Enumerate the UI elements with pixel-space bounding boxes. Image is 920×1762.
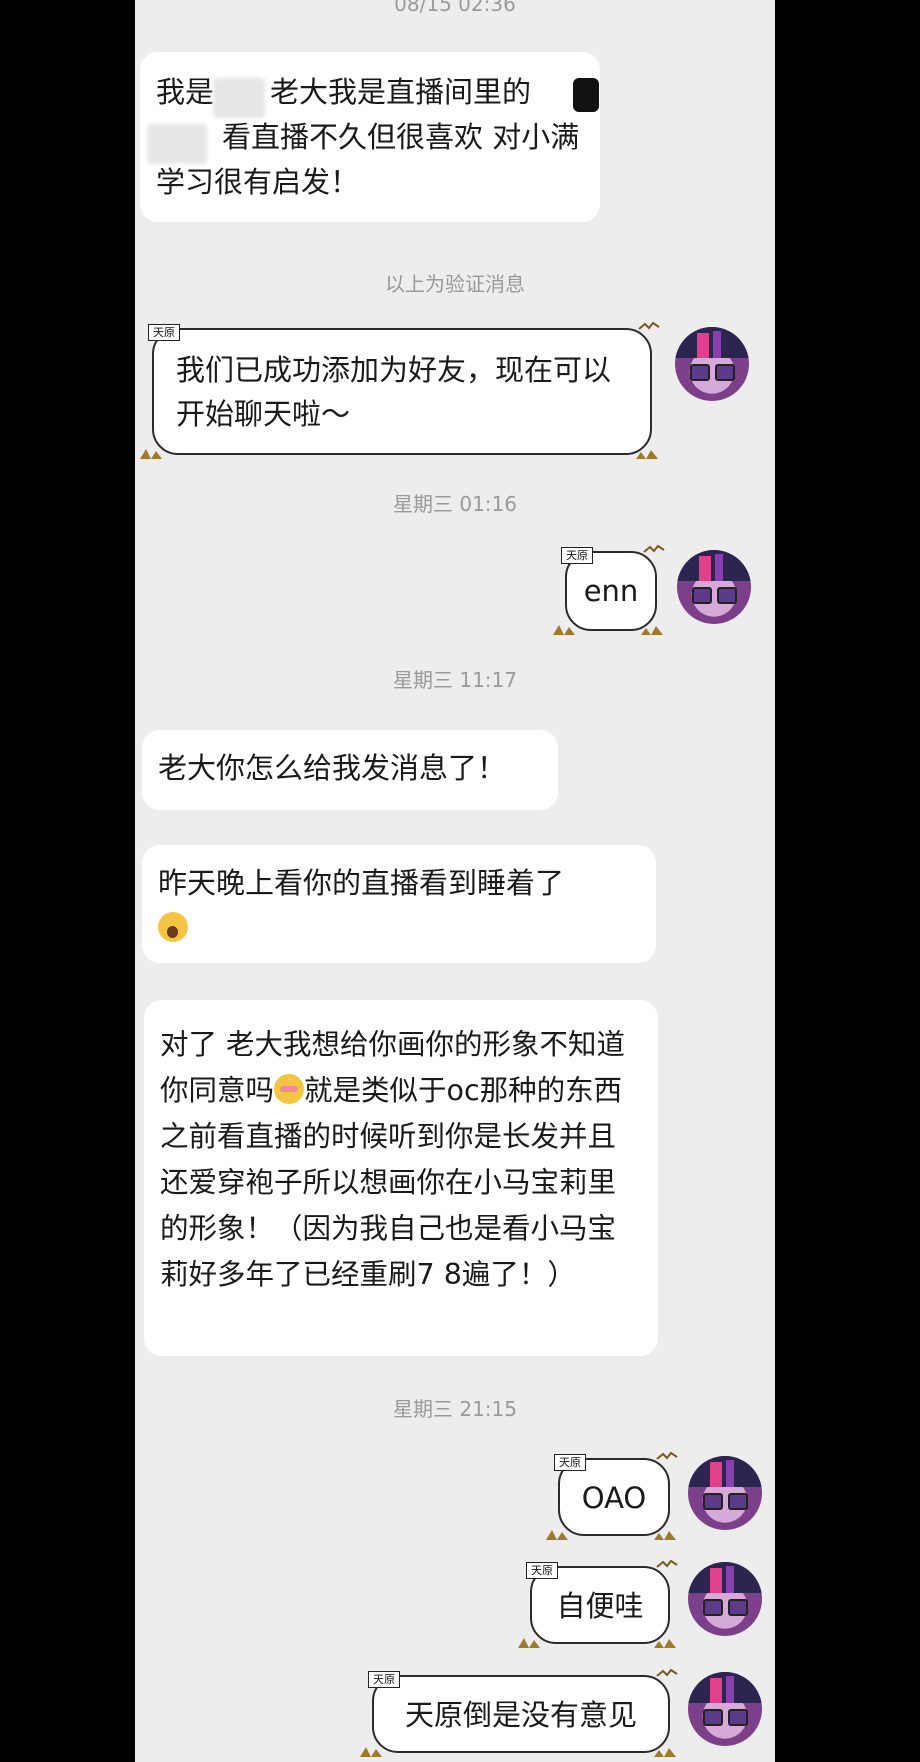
grass-decoration-icon (654, 1531, 676, 1540)
grass-decoration-icon (140, 449, 162, 459)
verification-text-a: 我是 (156, 75, 215, 109)
grass-decoration-icon (654, 1639, 676, 1648)
bubble-tag: 天原 (561, 547, 593, 564)
bubble-tag: 天原 (526, 1562, 558, 1579)
message-text: 天原倒是没有意见 (404, 1698, 637, 1732)
message-text: 昨天晚上看你的直播看到睡着了 (158, 866, 565, 900)
blushing-face-emoji (274, 1074, 305, 1104)
bubble-tag: 天原 (148, 324, 180, 341)
outgoing-message-zibian[interactable]: 天原 自便哇 (518, 1559, 678, 1648)
bird-decoration-icon (656, 1559, 678, 1568)
grass-decoration-icon (546, 1530, 568, 1540)
outgoing-message-last[interactable]: 天原 天原倒是没有意见 (360, 1668, 678, 1757)
message-text: 我们已成功添加为好友，现在可以开始聊天啦～ (176, 353, 612, 431)
grass-decoration-icon (553, 625, 575, 635)
timestamp-1: 星期三 01:16 (393, 492, 517, 516)
outgoing-message-oao[interactable]: 天原 OAO (546, 1451, 678, 1540)
purple-pony-avatar-icon[interactable] (688, 1456, 762, 1530)
purple-pony-avatar-icon[interactable] (688, 1562, 762, 1636)
timestamp-3: 星期三 21:15 (393, 1397, 517, 1421)
redacted-emoji (573, 78, 599, 112)
purple-pony-avatar-icon[interactable] (688, 1672, 762, 1746)
chat-window: 08/15 02:36 我是 老大我是直播间里的 看直播不久但很喜欢 对小满 学习… (135, 0, 775, 1762)
incoming-message-1[interactable]: 老大你怎么给我发消息了！ (142, 730, 558, 810)
purple-pony-avatar-icon[interactable] (677, 550, 751, 624)
bird-decoration-icon (638, 321, 660, 330)
bird-decoration-icon (656, 1451, 678, 1460)
incoming-message-2[interactable]: 昨天晚上看你的直播看到睡着了 (142, 845, 656, 963)
purple-pony-avatar-icon[interactable] (675, 327, 749, 401)
verification-bubble[interactable]: 我是 老大我是直播间里的 看直播不久但很喜欢 对小满 学习很有启发！ (140, 52, 600, 222)
verification-text-b: 老大我是直播间里的 (270, 75, 532, 109)
system-notice: 以上为验证消息 (385, 272, 525, 296)
grass-decoration-icon (360, 1747, 382, 1757)
incoming-message-3[interactable]: 对了 老大我想给你画你的形象不知道你同意吗 就是类似于oc那种的东西 之前看直播的… (144, 1000, 658, 1356)
bird-decoration-icon (643, 544, 665, 553)
bird-decoration-icon (656, 1668, 678, 1677)
outgoing-message-enn[interactable]: 天原 enn (553, 544, 665, 635)
message-text: enn (583, 574, 639, 608)
grass-decoration-icon (654, 1748, 676, 1757)
verification-line-2: 看直播不久但很喜欢 对小满 (222, 120, 580, 154)
timestamp-2: 星期三 11:17 (393, 668, 517, 692)
outgoing-message-added[interactable]: 天原 我们已成功添加为好友，现在可以开始聊天啦～ (140, 321, 660, 459)
redacted-name-2 (147, 124, 207, 164)
verification-line-3: 学习很有启发！ (156, 165, 360, 199)
message-text: 老大你怎么给我发消息了！ (158, 751, 507, 785)
redacted-name (213, 78, 265, 118)
screaming-face-emoji (158, 912, 188, 942)
grass-decoration-icon (641, 626, 663, 635)
grass-decoration-icon (518, 1638, 540, 1648)
bubble-tag: 天原 (554, 1454, 586, 1471)
message-text: OAO (581, 1481, 647, 1515)
grass-decoration-icon (636, 450, 658, 459)
timestamp-top: 08/15 02:36 (394, 0, 516, 16)
bubble-tag: 天原 (368, 1671, 400, 1688)
message-text: 自便哇 (556, 1589, 644, 1623)
